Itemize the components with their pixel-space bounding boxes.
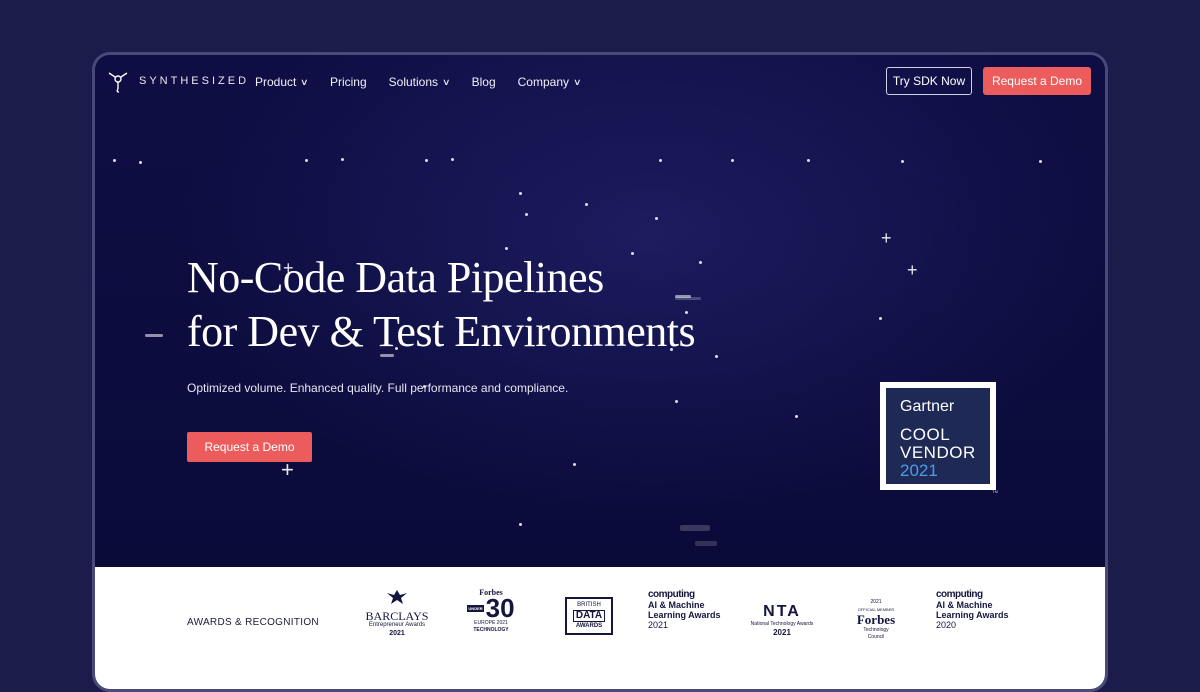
top-navigation: SYNTHESIZED Product ∨ Pricing Solutions … xyxy=(95,55,1105,111)
forbes30-number: 30 xyxy=(485,593,515,623)
computing-brand-2020: computing xyxy=(936,589,983,600)
awards-section: AWARDS & RECOGNITION BARCLAYS Entreprene… xyxy=(95,567,1105,689)
barclays-sub: Entrepreneur Awards xyxy=(368,622,426,628)
gartner-brand: Gartner xyxy=(900,398,955,415)
forbes-council-year: 2021 xyxy=(870,599,882,605)
award-computing-ai-ml-2020: computing AI & Machine Learning Awards 2… xyxy=(936,589,1016,630)
gartner-trademark: TM xyxy=(992,489,998,494)
hero-section: + + + + SYNTHESIZED Product ∨ Pricing So… xyxy=(95,55,1105,567)
computing-year-2021: 2021 xyxy=(648,620,669,630)
nav-item-label: Blog xyxy=(471,75,496,89)
nav-item-solutions[interactable]: Solutions ∨ xyxy=(388,75,451,89)
award-computing-ai-ml-2021: computing AI & Machine Learning Awards 2… xyxy=(648,589,728,630)
nta-name: NTA xyxy=(763,603,801,620)
awards-label: AWARDS & RECOGNITION xyxy=(187,617,319,628)
nta-sub: National Technology Awards xyxy=(750,621,814,627)
nav-item-company[interactable]: Company ∨ xyxy=(517,75,582,89)
computing-line2-2021: Learning Awards xyxy=(648,610,721,620)
award-forbes-30-under-30: Forbes UNDER 30 EUROPE 2021 TECHNOLOGY xyxy=(459,589,523,634)
hero-subtitle: Optimized volume. Enhanced quality. Full… xyxy=(187,381,569,395)
nav-item-pricing[interactable]: Pricing xyxy=(330,75,367,89)
gartner-cool-vendor-badge: Gartner COOL VENDOR 2021 TM xyxy=(880,382,998,494)
chevron-down-icon: ∨ xyxy=(442,76,451,87)
forbes-council-line1: Technology xyxy=(863,627,889,633)
forbes-council-brand: Forbes xyxy=(856,612,896,627)
award-forbes-technology-council: 2021 OFFICIAL MEMBER Forbes Technology C… xyxy=(850,599,902,641)
main-menu: Product ∨ Pricing Solutions ∨ Blog Compa… xyxy=(255,75,582,89)
bda-line2: DATA xyxy=(573,610,605,622)
gartner-line-cool: COOL xyxy=(900,425,951,444)
bda-line3: AWARDS xyxy=(575,623,603,629)
chevron-down-icon: ∨ xyxy=(573,76,582,87)
bda-line1: BRITISH xyxy=(577,602,601,608)
try-sdk-button[interactable]: Try SDK Now xyxy=(886,67,972,95)
nav-item-product[interactable]: Product ∨ xyxy=(255,75,309,89)
nav-item-label: Pricing xyxy=(329,75,367,89)
nav-item-blog[interactable]: Blog xyxy=(472,75,496,89)
computing-line2-2020: Learning Awards xyxy=(936,610,1009,620)
chevron-down-icon: ∨ xyxy=(300,76,309,87)
computing-year-2020: 2020 xyxy=(936,620,957,630)
headline-line-2: for Dev & Test Environments xyxy=(187,307,696,356)
forbes30-under: UNDER xyxy=(467,604,484,612)
gartner-line-vendor: VENDOR xyxy=(900,443,976,462)
computing-line1-2021: AI & Machine xyxy=(648,600,705,610)
gartner-year: 2021 xyxy=(900,461,938,480)
logo-text: SYNTHESIZED xyxy=(139,75,250,87)
award-barclays: BARCLAYS Entrepreneur Awards 2021 xyxy=(365,589,429,639)
hero-headline: No-Code Data Pipelines for Dev & Test En… xyxy=(187,251,787,359)
nav-item-label: Solutions xyxy=(388,75,439,89)
logo[interactable]: SYNTHESIZED xyxy=(107,69,249,93)
request-demo-nav-button[interactable]: Request a Demo xyxy=(983,67,1091,95)
headline-line-1: No-Code Data Pipelines xyxy=(187,253,604,302)
request-demo-cta-button[interactable]: Request a Demo xyxy=(187,432,312,462)
barclays-name: BARCLAYS xyxy=(365,609,429,623)
browser-frame: + + + + SYNTHESIZED Product ∨ Pricing So… xyxy=(92,52,1108,692)
barclays-eagle-icon xyxy=(387,590,407,604)
gartner-badge-inner: Gartner COOL VENDOR 2021 xyxy=(886,388,990,484)
computing-brand-2021: computing xyxy=(648,589,695,600)
nav-item-label: Company xyxy=(517,75,569,89)
nta-year: 2021 xyxy=(773,628,791,637)
nav-item-label: Product xyxy=(255,75,297,89)
award-nta: NTA National Technology Awards 2021 xyxy=(745,603,819,638)
barclays-year: 2021 xyxy=(389,630,405,637)
computing-line1-2020: AI & Machine xyxy=(936,600,993,610)
award-british-data-awards: BRITISH DATA AWARDS xyxy=(565,597,613,635)
synthesized-logo-icon xyxy=(108,72,128,93)
forbes30-line2: TECHNOLOGY xyxy=(473,627,509,633)
forbes-council-line2: Council xyxy=(867,634,885,640)
